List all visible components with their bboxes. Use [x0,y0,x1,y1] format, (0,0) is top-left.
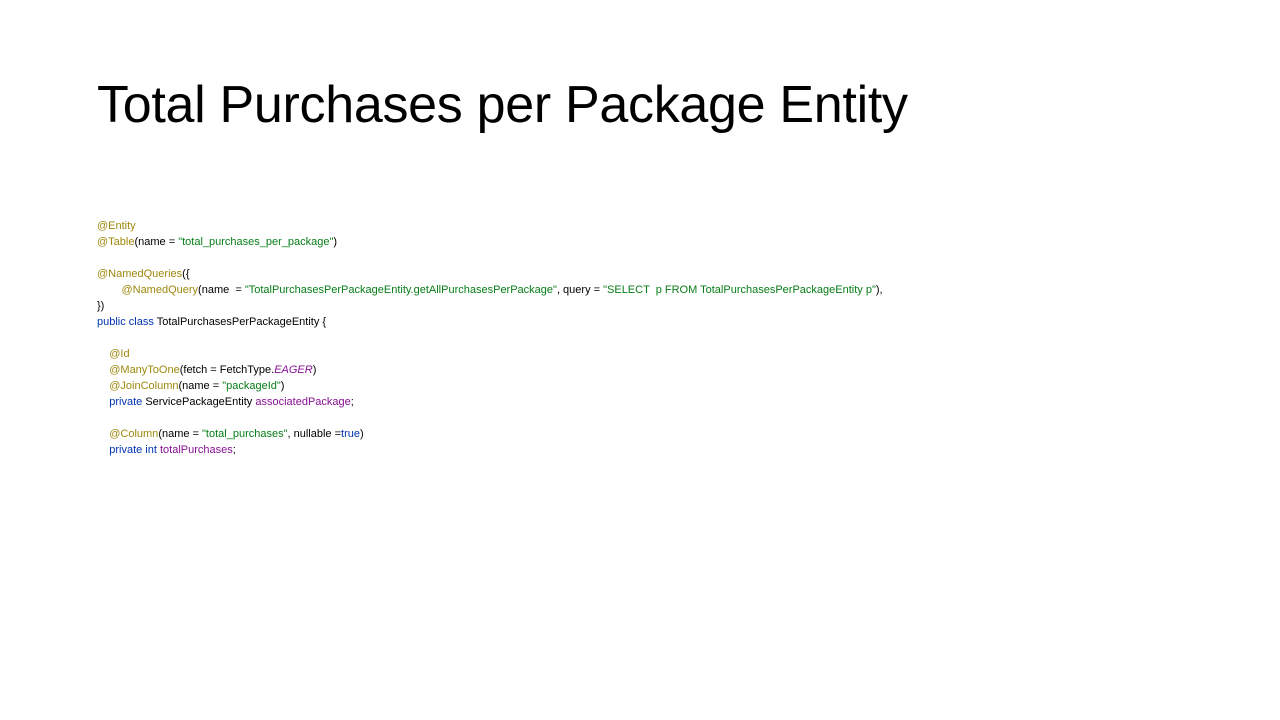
code-line: @Table(name = "total_purchases_per_packa… [97,234,883,250]
code-keyword: private [109,396,146,408]
code-string: "total_purchases" [202,428,288,440]
code-annotation: @Id [109,348,130,360]
code-text: ({ [182,268,190,280]
code-text: , query = [556,284,604,296]
code-block: @Entity @Table(name = "total_purchases_pe… [97,218,883,458]
code-text: }) [97,300,105,312]
code-string: "SELECT p FROM TotalPurchasesPerPackageE… [603,284,876,296]
code-string: "TotalPurchasesPerPackageEntity.getAllPu… [244,284,557,296]
code-text: ServicePackageEntity [145,396,256,408]
code-line: @Entity [97,218,883,234]
code-field: associatedPackage [255,396,351,408]
code-line: @ManyToOne(fetch = FetchType.EAGER) [97,362,883,378]
code-text: ; [350,396,354,408]
code-annotation: @JoinColumn [109,380,179,392]
code-text: (fetch = FetchType. [179,364,275,376]
code-text: (name = [134,236,179,248]
code-annotation: @NamedQuery [121,284,199,296]
code-annotation: @Entity [97,220,136,232]
code-annotation: @ManyToOne [109,364,180,376]
code-text: ) [280,380,285,392]
code-line: }) [97,298,883,314]
code-annotation: @NamedQueries [97,268,183,280]
code-keyword: private int [109,444,160,456]
code-field: totalPurchases [159,444,233,456]
code-line: @Id [97,346,883,362]
slide: Total Purchases per Package Entity @Enti… [0,0,1280,720]
slide-title: Total Purchases per Package Entity [97,76,908,134]
code-annotation: @Table [97,236,135,248]
code-line: private int totalPurchases; [97,442,883,458]
code-annotation: @Column [109,428,159,440]
code-keyword: true [341,428,360,440]
code-text: TotalPurchasesPerPackageEntity { [156,316,327,328]
code-text: ; [232,444,236,456]
code-text: (name = [178,380,223,392]
code-text: ), [875,284,883,296]
code-text: , nullable = [287,428,342,440]
code-line: @JoinColumn(name = "packageId") [97,378,883,394]
code-text: ) [360,428,364,440]
code-line: @NamedQueries({ [97,266,883,282]
code-line: private ServicePackageEntity associatedP… [97,394,883,410]
code-text: (name = [158,428,203,440]
code-line: @NamedQuery(name = "TotalPurchasesPerPac… [97,282,883,298]
code-string: "packageId" [222,380,281,392]
code-keyword: public class [97,316,157,328]
code-text: (name = [198,284,245,296]
code-line: public class TotalPurchasesPerPackageEnt… [97,314,883,330]
code-constant: EAGER [274,364,313,376]
code-text: ) [312,364,317,376]
code-text: ) [333,236,338,248]
code-string: "total_purchases_per_package" [178,236,334,248]
code-line: @Column(name = "total_purchases", nullab… [97,426,883,442]
